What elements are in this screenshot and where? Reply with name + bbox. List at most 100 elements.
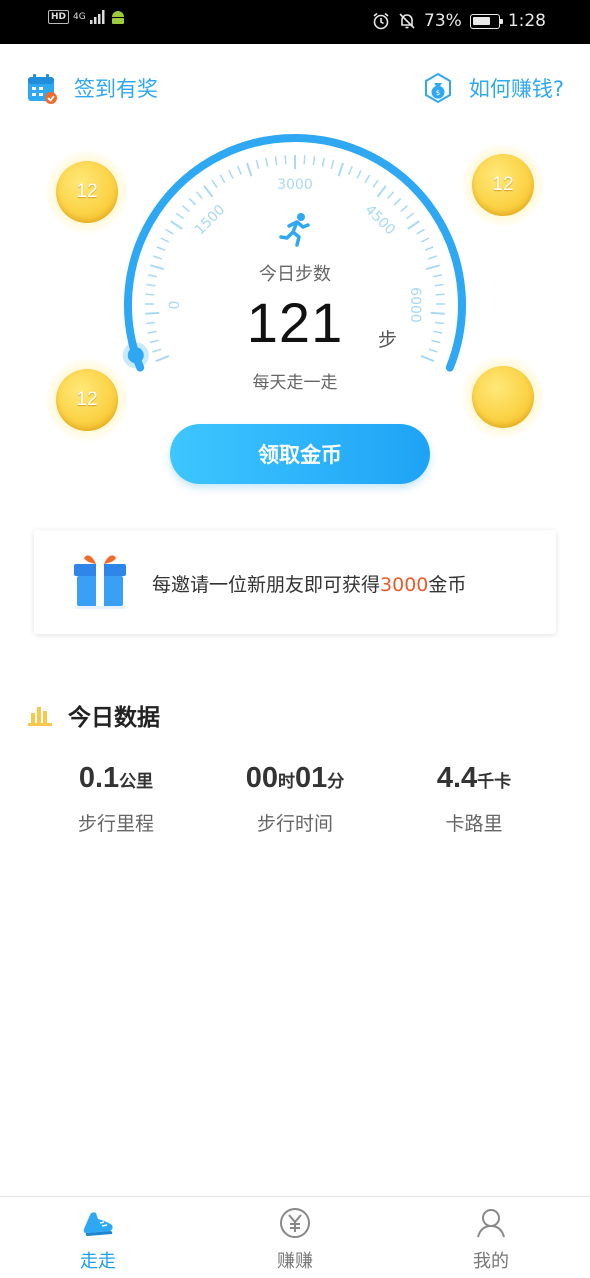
stat-label: 卡路里 [445,813,503,835]
gauge-tick [188,198,197,206]
signin-reward-label: 签到有奖 [74,77,158,101]
coin-bubble[interactable]: 12 [45,358,129,442]
gauge-tick [228,170,234,179]
battery-icon [469,13,503,29]
nav-label: 赚赚 [277,1251,313,1272]
coin-face [472,366,534,428]
hours-value: 00 [245,762,278,794]
gauge-tick [203,185,214,198]
battery-fill [472,16,490,25]
signin-reward-button[interactable]: 签到有奖 [26,72,158,104]
coin-amount: 12 [76,181,98,202]
stat-value: 4.4千卡 [374,762,574,795]
gauge-tick [416,228,425,235]
gauge-tick [424,246,434,252]
today-data-title: 今日数据 [68,705,160,731]
header-row: 签到有奖 $ 如何赚钱? [0,68,590,112]
invite-amount: 3000 [380,574,429,596]
gauge-tick [406,212,415,220]
alarm-icon [373,12,389,30]
gauge-tick [348,166,353,175]
bar-chart-icon [28,707,52,726]
gauge-tick [364,174,371,184]
gauge-tick-label: 1500 [192,202,229,239]
status-right: 73% 1:28 [372,11,546,31]
how-to-earn-label: 如何赚钱? [468,77,564,101]
gauge-tick [237,166,242,175]
coin-bubble[interactable] [461,355,545,439]
gauge-tick [219,174,226,184]
invite-text: 每邀请一位新朋友即可获得3000金币 [152,570,466,597]
coin-amount: 12 [76,389,98,410]
nav-label: 我的 [473,1251,509,1272]
invite-banner[interactable]: 每邀请一位新朋友即可获得3000金币 [34,530,556,634]
stat-label: 步行里程 [77,813,154,835]
gauge-tick [337,162,344,177]
invite-text-suffix: 金币 [428,574,467,596]
gauge-tick [393,198,402,206]
coin-face: 12 [56,161,118,223]
gauge-tick [312,156,316,166]
distance-value: 0.1 [78,762,120,794]
gauge-tick [330,159,335,169]
status-bar: HD 4G 73% 1:28 [0,0,590,44]
minutes-unit: 分 [327,772,345,792]
gauge-tick [321,157,325,167]
gauge-tick [165,228,174,235]
gauge-tick [274,156,278,166]
nav-label: 走走 [80,1251,116,1272]
stat-label: 步行时间 [256,813,333,835]
stat-duration: 00时01分 步行时间 [195,762,395,836]
svg-text:$: $ [436,89,440,97]
gauge-tick [195,191,203,200]
coin-bubble[interactable]: 12 [461,143,545,227]
gauge-tick [155,355,170,363]
hd-badge: HD [48,10,70,24]
how-to-earn-button[interactable]: $ 如何赚钱? [423,72,564,104]
gauge-tick-label: 4500 [362,202,399,239]
today-data-header: 今日数据 [28,698,160,732]
stat-value: 00时01分 [195,762,395,795]
gauge-tick [400,205,408,213]
coin-face: 12 [56,369,118,431]
network-label: 4G [73,12,86,22]
gauge-tick [255,159,260,169]
today-steps-label: 今日步数 [259,264,331,285]
minutes-value: 01 [295,762,328,794]
shoe-icon [83,1212,113,1236]
money-bag-icon: $ [424,72,451,104]
bottom-nav: 走走 赚赚 我的 [0,1196,590,1278]
gauge-tick [246,162,253,177]
nav-item-walk[interactable]: 走走 [38,1207,158,1273]
gauge-tick [182,205,190,213]
step-count: 121 [246,291,344,354]
android-icon [111,11,124,24]
gauge-tick [160,237,170,243]
claim-coins-button[interactable]: 领取金币 [170,424,430,484]
gauge-tick [211,179,218,188]
running-icon [279,213,310,247]
stat-calories: 4.4千卡 卡路里 [374,762,574,836]
gauge-tick [420,355,435,363]
gauge-tick [284,155,287,165]
gauge-tick [303,155,306,165]
gift-icon [74,555,126,609]
gauge-tick [407,220,420,230]
stat-value: 0.1公里 [16,762,216,795]
distance-unit: 公里 [119,772,154,792]
nav-item-earn[interactable]: 赚赚 [235,1207,355,1273]
signal-icon [89,10,105,24]
coin-amount: 12 [492,174,514,195]
user-icon [477,1209,505,1238]
yuan-icon [280,1208,310,1238]
coin-bubble[interactable]: 12 [45,150,129,234]
gauge-tick [387,191,395,200]
clock: 1:28 [507,11,546,31]
battery-percent: 73% [424,11,462,31]
stat-distance: 0.1公里 步行里程 [16,762,216,836]
nav-item-me[interactable]: 我的 [431,1207,551,1273]
gauge-tick [376,185,387,198]
gauge-tick-label: 3000 [277,177,313,193]
mute-icon [399,13,415,29]
gauge-tick [152,255,162,260]
